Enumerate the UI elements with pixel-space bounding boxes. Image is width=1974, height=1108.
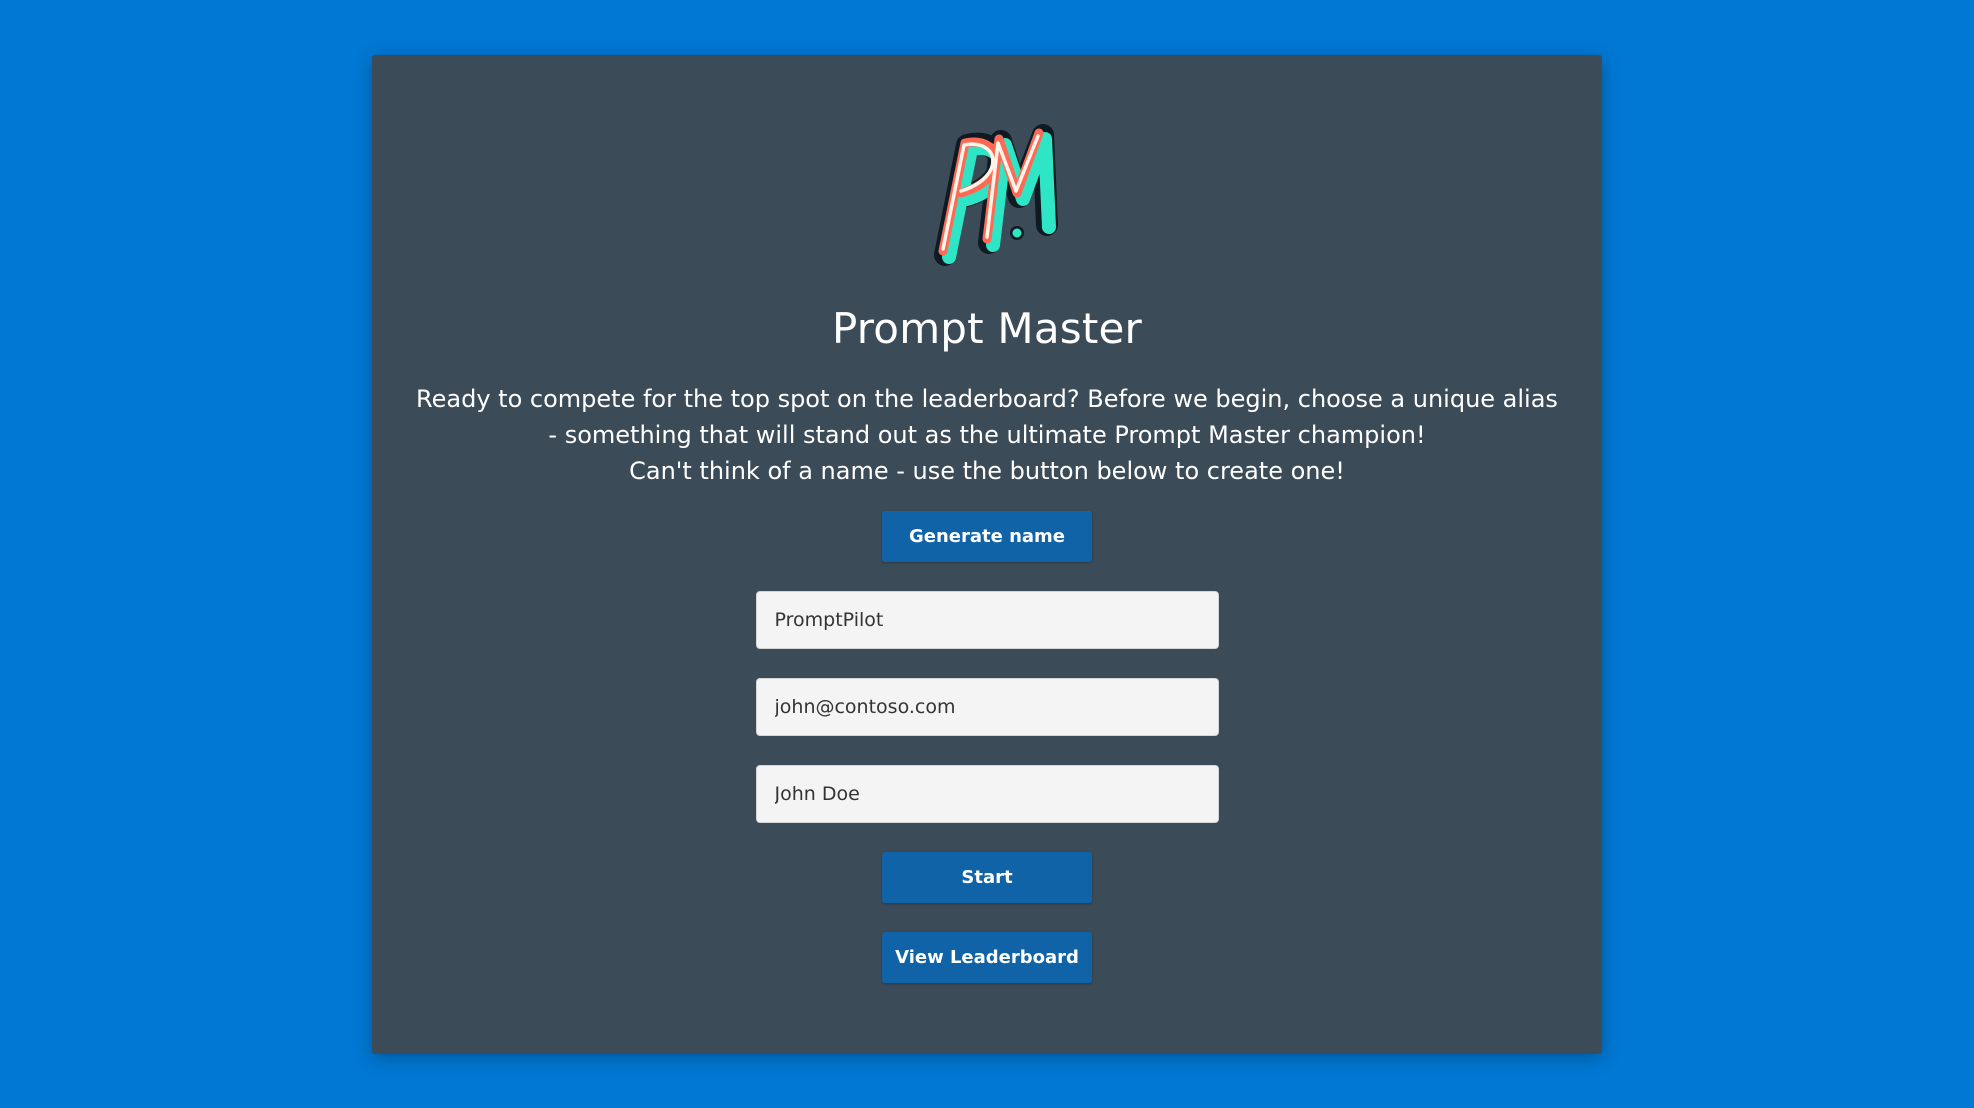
intro-text: Ready to compete for the top spot on the… <box>412 381 1562 489</box>
intro-line-2: Can't think of a name - use the button b… <box>629 457 1345 485</box>
start-button[interactable]: Start <box>882 852 1092 903</box>
email-input[interactable] <box>755 678 1219 736</box>
page-title: Prompt Master <box>831 304 1143 353</box>
alias-input[interactable] <box>755 591 1219 649</box>
generate-name-button[interactable]: Generate name <box>882 511 1092 562</box>
login-card: Prompt Master Ready to compete for the t… <box>372 55 1602 1054</box>
intro-line-1: Ready to compete for the top spot on the… <box>416 385 1558 449</box>
prompt-master-logo <box>934 124 1058 266</box>
view-leaderboard-button[interactable]: View Leaderboard <box>882 932 1092 983</box>
full-name-input[interactable] <box>755 765 1219 823</box>
